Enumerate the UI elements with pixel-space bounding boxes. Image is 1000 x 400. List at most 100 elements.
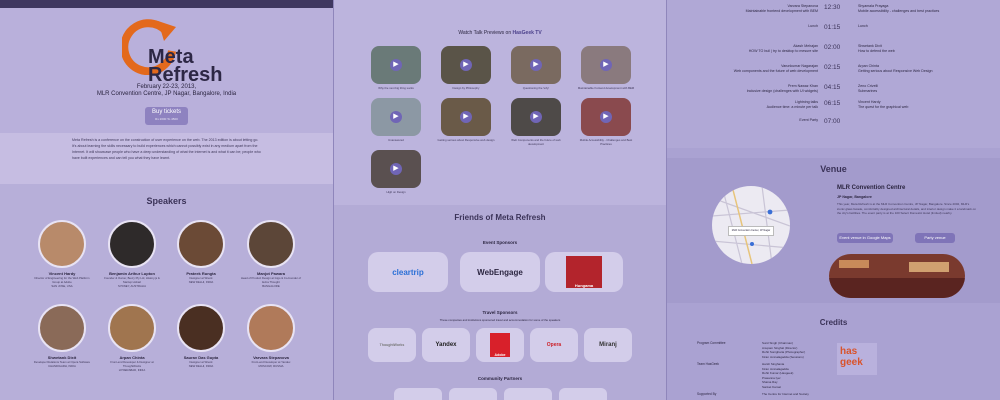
buy-tickets-price: Rs 2000 To 4500 [155, 117, 178, 121]
map-roads [712, 186, 790, 264]
video-item[interactable]: ▶ Getting serious about Responsive web d… [437, 98, 495, 142]
schedule-right-session: Lunch [858, 24, 868, 28]
friends-title: Friends of Meta Refresh [454, 213, 546, 222]
sponsor-logo-yandex[interactable]: Yandex [422, 328, 470, 362]
video-thumbnail[interactable]: ▶ [581, 46, 631, 84]
play-icon[interactable]: ▶ [390, 59, 402, 71]
videos-heading-text: Watch Talk Previews on [458, 30, 513, 36]
venue-title: Venue [820, 164, 847, 174]
video-item[interactable]: ▶ Unanswered [367, 98, 425, 142]
community-partner-logo[interactable] [394, 388, 442, 400]
schedule-time: 07:00 [824, 118, 841, 125]
play-icon[interactable]: ▶ [600, 111, 612, 123]
video-item[interactable]: ▶ Web Components and the future of web d… [507, 98, 565, 146]
speaker-card[interactable]: Saurav Das Gupta Designer at Wrenk NEW D… [170, 304, 232, 368]
avatar [247, 304, 295, 352]
schedule-right-session: Shyamala Prayaga Mobile accessibility - … [858, 4, 940, 13]
video-thumbnail[interactable]: ▶ [581, 98, 631, 136]
speaker-card[interactable]: Arpan Chinta Front-end Developer & Desig… [101, 304, 163, 372]
travel-sponsors-note: These companies and institutions sponsor… [439, 318, 561, 322]
google-maps-button[interactable]: Event venue in Google Maps [837, 233, 893, 243]
speakers-title: Speakers [146, 196, 187, 206]
video-thumbnail[interactable]: ▶ [441, 46, 491, 84]
schedule-left-session: Varunkumar Nagarajan Web components and … [733, 64, 818, 73]
venue-map[interactable]: MLR Convention Center, JP Nagar [712, 186, 790, 264]
buy-tickets-button[interactable]: Buy tickets Rs 2000 To 4500 [145, 107, 188, 125]
video-item[interactable]: ▶ Design by Philosophy [437, 46, 495, 90]
video-thumbnail[interactable]: ▶ [511, 98, 561, 136]
speaker-card[interactable]: Varvara Stepanova Front-end Developer at… [240, 304, 302, 368]
play-icon[interactable]: ▶ [530, 111, 542, 123]
event-venue-text: MLR Convention Centre, JP Nagar, Bangalo… [96, 91, 237, 97]
video-thumbnail[interactable]: ▶ [511, 46, 561, 84]
avatar [38, 220, 86, 268]
schedule-left-session: Varvara Stepanova Maintainable frontend … [745, 4, 818, 13]
buy-tickets-label: Buy tickets [151, 109, 181, 115]
schedule-left-session: Lunch [808, 24, 818, 28]
video-caption: Mobile Accessibility - Challenges and Be… [579, 138, 633, 146]
avatar [247, 220, 295, 268]
speaker-card[interactable]: Manjot Pawara Head of Product Design at … [240, 220, 302, 288]
credit-label: Program Committee [697, 341, 726, 345]
schedule-right-session: Arpan Chinta Getting serious about Respo… [858, 64, 933, 73]
video-item[interactable]: ▶ Why the next big thing sucks [367, 46, 425, 90]
party-venue-button[interactable]: Party venue [915, 233, 955, 243]
video-item[interactable]: ▶ Mobile Accessibility - Challenges and … [577, 98, 635, 146]
sponsor-logo-webengage[interactable]: WebEngage [460, 252, 540, 292]
event-date: February 22-23, 2013, MLR Convention Cen… [0, 84, 333, 98]
video-caption: High on Design [386, 190, 406, 194]
sponsor-logo-thoughtworks[interactable]: ThoughtWorks [368, 328, 416, 362]
schedule-right-session: Shwetank Dixit How to defend the web [858, 44, 895, 53]
credit-label: Team HasGeek [697, 362, 719, 366]
speakers-section: Speakers Vincent Hardy Director of Engin… [0, 184, 333, 400]
video-item[interactable]: ▶ Maintainable frontend development with… [577, 46, 635, 90]
speaker-card[interactable]: Vincent Hardy Director of Engineering fo… [31, 220, 93, 288]
venue-photo [829, 254, 965, 298]
community-partner-logo[interactable] [504, 388, 552, 400]
video-caption: Design by Philosophy [452, 86, 480, 90]
sponsor-logo-hungama[interactable]: Hungama [545, 252, 623, 292]
video-item[interactable]: ▶ High on Design [367, 150, 425, 194]
play-icon[interactable]: ▶ [390, 111, 402, 123]
schedule-time: 02:00 [824, 44, 841, 51]
video-thumbnail[interactable]: ▶ [371, 98, 421, 136]
schedule-time: 04:15 [824, 84, 841, 91]
community-partner-logo[interactable] [449, 388, 497, 400]
avatar [177, 220, 225, 268]
schedule-time: 01:15 [824, 24, 841, 31]
venue-area: JP Nagar, Bangalore [837, 195, 872, 199]
venue-description: This year, Meta Refresh is at the MLR Co… [837, 202, 976, 215]
play-icon[interactable]: ▶ [460, 111, 472, 123]
play-icon[interactable]: ▶ [600, 59, 612, 71]
sponsor-logo-opera[interactable]: Opera [530, 328, 578, 362]
venue-photo-light [839, 260, 869, 268]
intro-paragraph: Meta Refresh is a conference on the cons… [72, 138, 261, 160]
schedule-left-session: Event Party [799, 118, 818, 122]
video-thumbnail[interactable]: ▶ [371, 46, 421, 84]
event-sponsors-heading: Event Sponsors [482, 240, 518, 245]
sponsor-logo-cleartrip[interactable]: cleartrip [368, 252, 448, 292]
venue-photo-floor [829, 278, 965, 298]
hasgeek-tv-link[interactable]: HasGeek TV [513, 30, 542, 36]
videos-section: Watch Talk Previews on HasGeek TV ▶ Why … [334, 0, 666, 205]
hungama-logo: Hungama [566, 256, 602, 288]
sponsor-logo-adobe[interactable]: Adobe [476, 328, 524, 362]
speaker-card[interactable]: Shwetank Dixit Developer Relations Team … [31, 304, 93, 368]
avatar [177, 304, 225, 352]
speaker-card[interactable]: Benjamin Arthur Lupton Founder & Owner, … [101, 220, 163, 288]
video-thumbnail[interactable]: ▶ [441, 98, 491, 136]
avatar [108, 304, 156, 352]
speaker-card[interactable]: Prateek Rungta Designer at Wrenk NEW DEL… [170, 220, 232, 284]
video-caption: Getting serious about Responsive web des… [437, 138, 495, 142]
avatar [108, 220, 156, 268]
hasgeek-logo[interactable]: has geek [837, 343, 877, 375]
speaker-location: CHANDIGARH, INDIA [48, 364, 76, 368]
play-icon[interactable]: ▶ [530, 59, 542, 71]
sponsor-logo-miranj[interactable]: Miranj [584, 328, 632, 362]
play-icon[interactable]: ▶ [460, 59, 472, 71]
sponsor-name: Yandex [435, 342, 457, 348]
community-partner-logo[interactable] [559, 388, 607, 400]
video-item[interactable]: ▶ Questioning the 'why' [507, 46, 565, 90]
video-thumbnail[interactable]: ▶ [371, 150, 421, 188]
play-icon[interactable]: ▶ [390, 163, 402, 175]
